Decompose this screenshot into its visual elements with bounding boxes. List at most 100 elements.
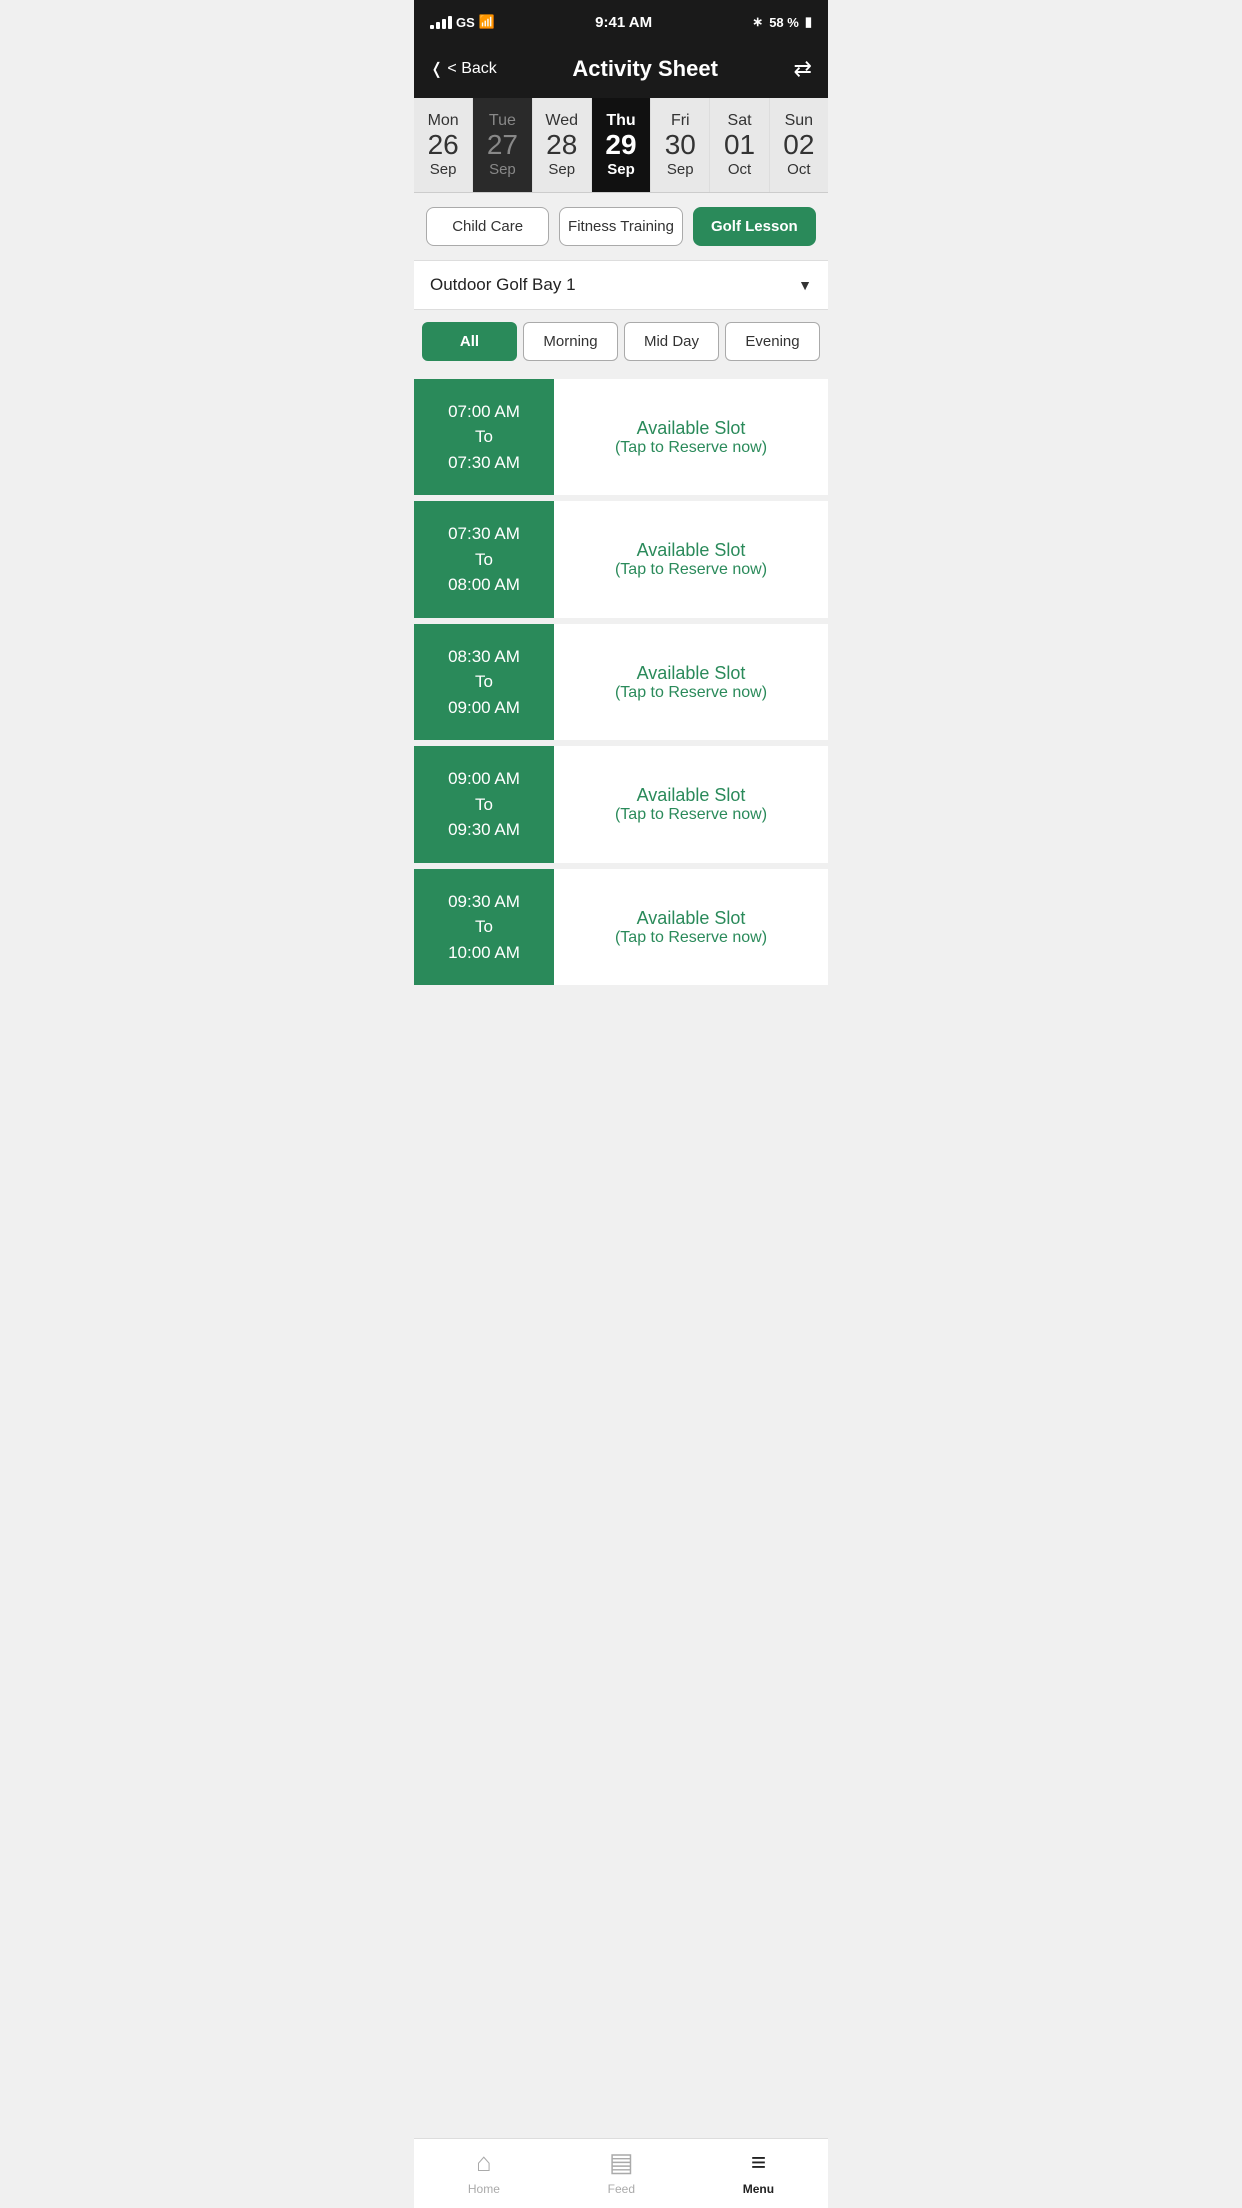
slot-time-start: 09:00 AM [448, 766, 520, 792]
category-button-child-care[interactable]: Child Care [426, 207, 549, 246]
bluetooth-icon: ∗ [752, 14, 763, 30]
category-bar: Child Care Fitness Training Golf Lesson [414, 193, 828, 260]
bottom-nav: ⌂ Home ▤ Feed ≡ Menu [414, 2138, 828, 2208]
day-num: 30 [665, 130, 696, 161]
day-month: Sep [607, 161, 635, 178]
nav-item-feed[interactable]: ▤ Feed [608, 2147, 635, 2196]
day-name: Fri [671, 112, 690, 130]
calendar-day-wed-28[interactable]: Wed 28 Sep [533, 98, 592, 192]
day-num: 01 [724, 130, 755, 161]
dropdown-arrow-icon: ▼ [798, 277, 812, 293]
day-month: Sep [430, 161, 457, 178]
slot-tap-text: (Tap to Reserve now) [615, 929, 767, 947]
location-dropdown[interactable]: Outdoor Golf Bay 1 ▼ [414, 260, 828, 310]
calendar-day-mon-26[interactable]: Mon 26 Sep [414, 98, 473, 192]
day-name: Wed [545, 112, 578, 130]
day-num: 28 [546, 130, 577, 161]
slot-time: 07:00 AM To 07:30 AM [414, 379, 554, 496]
slot-time-to: To [475, 669, 493, 695]
slot-available-text: Available Slot [637, 908, 746, 929]
back-label: < Back [447, 60, 496, 78]
time-filter-evening[interactable]: Evening [725, 322, 820, 361]
carrier-label: GS [456, 15, 475, 30]
slot-item-slot-3[interactable]: 08:30 AM To 09:00 AM Available Slot (Tap… [414, 624, 828, 741]
home-label: Home [468, 2182, 500, 2196]
day-name: Mon [428, 112, 459, 130]
slot-time-to: To [475, 424, 493, 450]
slot-content: Available Slot (Tap to Reserve now) [554, 501, 828, 618]
slot-time: 08:30 AM To 09:00 AM [414, 624, 554, 741]
slot-content: Available Slot (Tap to Reserve now) [554, 869, 828, 986]
day-num: 02 [783, 130, 814, 161]
slot-item-slot-5[interactable]: 09:30 AM To 10:00 AM Available Slot (Tap… [414, 869, 828, 986]
day-name: Sun [785, 112, 813, 130]
day-month: Oct [728, 161, 751, 178]
feed-label: Feed [608, 2182, 635, 2196]
signal-bars [430, 16, 452, 29]
slot-item-slot-4[interactable]: 09:00 AM To 09:30 AM Available Slot (Tap… [414, 746, 828, 863]
slot-time-end: 10:00 AM [448, 940, 520, 966]
slot-tap-text: (Tap to Reserve now) [615, 439, 767, 457]
swap-icon[interactable]: ⇄ [794, 56, 812, 82]
status-time: 9:41 AM [595, 14, 652, 31]
feed-icon: ▤ [609, 2147, 634, 2178]
category-button-fitness-training[interactable]: Fitness Training [559, 207, 682, 246]
nav-item-menu[interactable]: ≡ Menu [743, 2147, 774, 2196]
time-filter-midday[interactable]: Mid Day [624, 322, 719, 361]
slot-available-text: Available Slot [637, 663, 746, 684]
time-filter-bar: AllMorningMid DayEvening [414, 310, 828, 373]
slot-time-start: 08:30 AM [448, 644, 520, 670]
slot-time-start: 07:30 AM [448, 521, 520, 547]
status-right: ∗ 58 % ▮ [752, 14, 812, 30]
back-chevron-icon: ❬ [430, 59, 443, 79]
day-month: Sep [489, 161, 516, 178]
day-month: Sep [667, 161, 694, 178]
slot-time-to: To [475, 547, 493, 573]
slot-time: 07:30 AM To 08:00 AM [414, 501, 554, 618]
slot-available-text: Available Slot [637, 540, 746, 561]
slot-time-to: To [475, 914, 493, 940]
category-button-golf-lesson[interactable]: Golf Lesson [693, 207, 816, 246]
slot-tap-text: (Tap to Reserve now) [615, 561, 767, 579]
slot-item-slot-1[interactable]: 07:00 AM To 07:30 AM Available Slot (Tap… [414, 379, 828, 496]
slot-content: Available Slot (Tap to Reserve now) [554, 379, 828, 496]
location-text: Outdoor Golf Bay 1 [430, 275, 576, 295]
header: ❬ < Back Activity Sheet ⇄ [414, 44, 828, 98]
slot-available-text: Available Slot [637, 418, 746, 439]
time-filter-morning[interactable]: Morning [523, 322, 618, 361]
status-bar: GS 📶 9:41 AM ∗ 58 % ▮ [414, 0, 828, 44]
menu-label: Menu [743, 2182, 774, 2196]
day-name: Sat [728, 112, 752, 130]
day-month: Oct [787, 161, 810, 178]
home-icon: ⌂ [476, 2147, 492, 2178]
battery-label: 58 % [769, 15, 799, 30]
slot-available-text: Available Slot [637, 785, 746, 806]
slot-tap-text: (Tap to Reserve now) [615, 806, 767, 824]
calendar-day-thu-29[interactable]: Thu 29 Sep [592, 98, 651, 192]
calendar-day-fri-30[interactable]: Fri 30 Sep [651, 98, 710, 192]
nav-item-home[interactable]: ⌂ Home [468, 2147, 500, 2196]
day-num: 27 [487, 130, 518, 161]
status-left: GS 📶 [430, 14, 495, 30]
slot-list: 07:00 AM To 07:30 AM Available Slot (Tap… [414, 379, 828, 1072]
slot-time-to: To [475, 792, 493, 818]
calendar-day-sun-02[interactable]: Sun 02 Oct [770, 98, 828, 192]
day-name: Thu [606, 112, 635, 130]
slot-time-end: 09:30 AM [448, 817, 520, 843]
slot-time-end: 08:00 AM [448, 572, 520, 598]
day-num: 26 [428, 130, 459, 161]
slot-time-start: 07:00 AM [448, 399, 520, 425]
calendar-day-sat-01[interactable]: Sat 01 Oct [710, 98, 769, 192]
time-filter-all[interactable]: All [422, 322, 517, 361]
battery-icon: ▮ [805, 14, 812, 30]
slot-item-slot-2[interactable]: 07:30 AM To 08:00 AM Available Slot (Tap… [414, 501, 828, 618]
page-title: Activity Sheet [572, 56, 718, 82]
calendar-day-tue-27[interactable]: Tue 27 Sep [473, 98, 532, 192]
back-button[interactable]: ❬ < Back [430, 59, 497, 79]
slot-time-end: 09:00 AM [448, 695, 520, 721]
slot-tap-text: (Tap to Reserve now) [615, 684, 767, 702]
day-name: Tue [489, 112, 516, 130]
slot-time: 09:30 AM To 10:00 AM [414, 869, 554, 986]
slot-content: Available Slot (Tap to Reserve now) [554, 624, 828, 741]
day-num: 29 [605, 130, 636, 161]
